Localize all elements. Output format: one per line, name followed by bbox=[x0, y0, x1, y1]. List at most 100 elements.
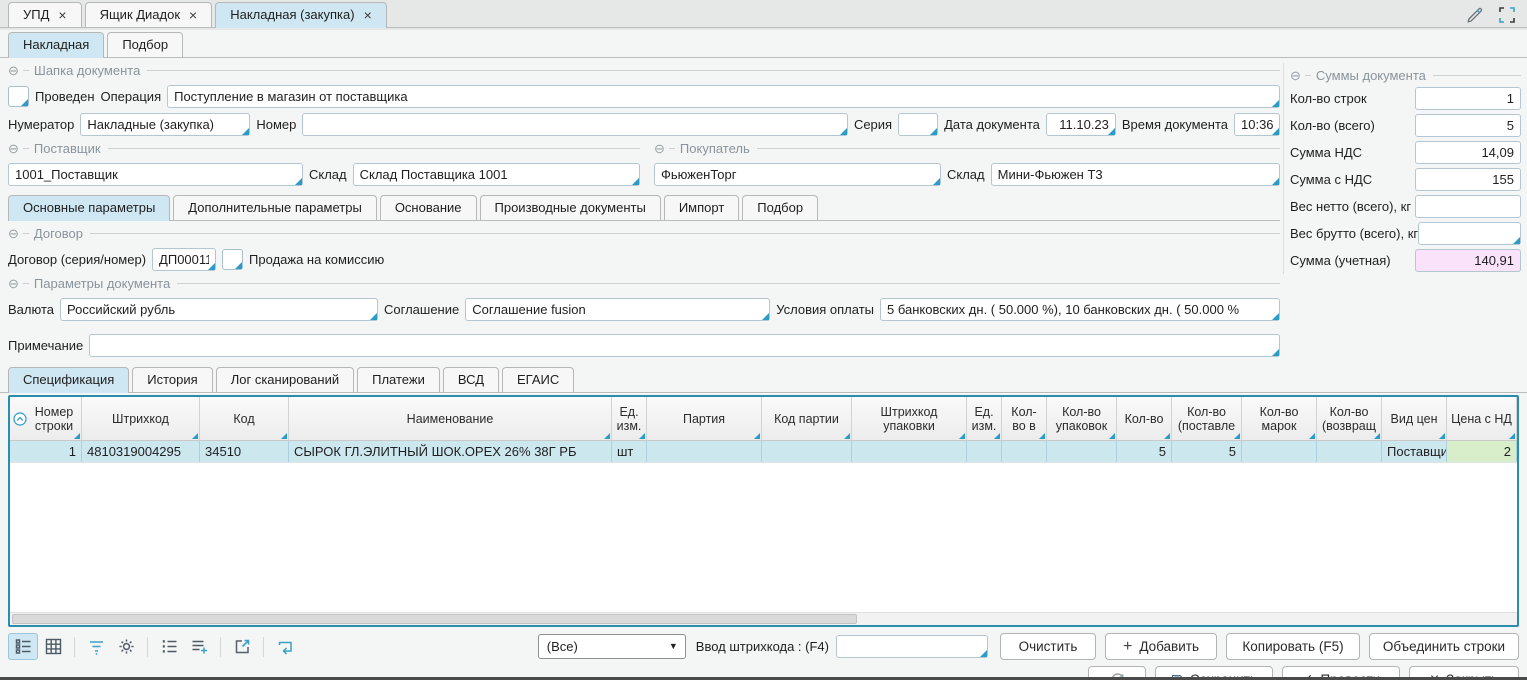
window-tab-upd[interactable]: УПД × bbox=[8, 2, 82, 28]
cell-qty-returned[interactable] bbox=[1317, 441, 1382, 462]
tab-additional-params[interactable]: Дополнительные параметры bbox=[173, 195, 377, 221]
cell-price-type[interactable]: Поставщика bbox=[1382, 441, 1447, 462]
total-vat-value[interactable] bbox=[1415, 141, 1521, 164]
cell-qty-delivered[interactable]: 5 bbox=[1172, 441, 1242, 462]
repeat-reload-icon[interactable] bbox=[270, 633, 300, 660]
tab-podbor-params[interactable]: Подбор bbox=[742, 195, 818, 221]
sort-order-icon[interactable] bbox=[13, 412, 27, 426]
scrollbar-thumb[interactable] bbox=[12, 614, 857, 624]
column-header-marks-qty[interactable]: Кол-во марок bbox=[1242, 397, 1317, 440]
tab-specification[interactable]: Спецификация bbox=[8, 367, 129, 393]
close-icon[interactable]: × bbox=[189, 8, 197, 22]
column-header-line-number[interactable]: Номер строки bbox=[10, 397, 82, 440]
fullscreen-icon[interactable] bbox=[1497, 5, 1517, 25]
commission-checkbox[interactable] bbox=[222, 249, 243, 270]
buyer-warehouse-input[interactable] bbox=[991, 163, 1280, 186]
column-header-price-with-vat[interactable]: Цена с НД bbox=[1447, 397, 1517, 440]
tab-podbor[interactable]: Подбор bbox=[107, 32, 183, 58]
column-header-qty-in[interactable]: Кол-во в bbox=[1002, 397, 1047, 440]
cell-batch[interactable] bbox=[647, 441, 762, 462]
cell-pack-qty[interactable] bbox=[1047, 441, 1117, 462]
column-header-qty[interactable]: Кол-во bbox=[1117, 397, 1172, 440]
doc-date-input[interactable] bbox=[1046, 113, 1116, 136]
cell-code[interactable]: 34510 bbox=[200, 441, 289, 462]
tab-vsd[interactable]: ВСД bbox=[443, 367, 499, 393]
edit-pencil-icon[interactable] bbox=[1465, 5, 1485, 25]
filter-icon[interactable] bbox=[81, 633, 111, 660]
tab-derived-docs[interactable]: Производные документы bbox=[480, 195, 661, 221]
cell-qty-in[interactable] bbox=[1002, 441, 1047, 462]
tab-scan-log[interactable]: Лог сканирований bbox=[216, 367, 354, 393]
column-header-batch[interactable]: Партия bbox=[647, 397, 762, 440]
window-tab-diadok[interactable]: Ящик Диадок × bbox=[85, 2, 213, 28]
collapse-icon[interactable]: ⊖ bbox=[8, 141, 19, 157]
numerator-input[interactable] bbox=[80, 113, 250, 136]
settings-gear-icon[interactable] bbox=[111, 633, 141, 660]
collapse-icon[interactable]: ⊖ bbox=[8, 63, 19, 79]
number-input[interactable] bbox=[302, 113, 848, 136]
cell-marks-qty[interactable] bbox=[1242, 441, 1317, 462]
column-header-code[interactable]: Код bbox=[200, 397, 289, 440]
column-header-pack-qty[interactable]: Кол-во упаковок bbox=[1047, 397, 1117, 440]
collapse-icon[interactable]: ⊖ bbox=[8, 276, 19, 292]
cell-barcode[interactable]: 4810319004295 bbox=[82, 441, 200, 462]
column-header-qty-delivered[interactable]: Кол-во (поставле bbox=[1172, 397, 1242, 440]
operation-input[interactable] bbox=[167, 85, 1280, 108]
total-lines-value[interactable] bbox=[1415, 87, 1521, 110]
cell-line-number[interactable]: 1 bbox=[10, 441, 82, 462]
tab-history[interactable]: История bbox=[132, 367, 212, 393]
copy-row-button[interactable]: Копировать (F5) bbox=[1226, 633, 1360, 660]
payment-terms-input[interactable] bbox=[880, 298, 1280, 321]
supplier-input[interactable] bbox=[8, 163, 303, 186]
column-header-pack-unit[interactable]: Ед. изм. bbox=[967, 397, 1002, 440]
series-input[interactable] bbox=[898, 113, 938, 136]
collapse-icon[interactable]: ⊖ bbox=[8, 226, 19, 242]
window-tab-nakladnaya-zakupka[interactable]: Накладная (закупка) × bbox=[215, 2, 387, 28]
close-icon[interactable]: × bbox=[58, 8, 66, 22]
grid-view-icon[interactable] bbox=[38, 633, 68, 660]
supplier-warehouse-input[interactable] bbox=[353, 163, 640, 186]
column-header-price-type[interactable]: Вид цен bbox=[1382, 397, 1447, 440]
column-header-barcode[interactable]: Штрихкод bbox=[82, 397, 200, 440]
column-header-unit[interactable]: Ед. изм. bbox=[612, 397, 647, 440]
barcode-input[interactable] bbox=[836, 635, 988, 658]
list-view-icon[interactable] bbox=[8, 633, 38, 660]
numbered-list-icon[interactable] bbox=[154, 633, 184, 660]
column-header-pack-barcode[interactable]: Штрихкод упаковки bbox=[852, 397, 967, 440]
collapse-icon[interactable]: ⊖ bbox=[654, 141, 665, 157]
cell-batch-code[interactable] bbox=[762, 441, 852, 462]
export-external-link-icon[interactable] bbox=[227, 633, 257, 660]
gross-weight-value[interactable] bbox=[1418, 222, 1521, 245]
merge-rows-button[interactable]: Объединить строки bbox=[1369, 633, 1519, 660]
posted-checkbox[interactable] bbox=[8, 86, 29, 107]
tab-egais[interactable]: ЕГАИС bbox=[502, 367, 574, 393]
contract-input[interactable] bbox=[152, 248, 216, 271]
cell-pack-barcode[interactable] bbox=[852, 441, 967, 462]
tab-basis[interactable]: Основание bbox=[380, 195, 477, 221]
tab-main-params[interactable]: Основные параметры bbox=[8, 195, 170, 221]
add-row-button[interactable]: + Добавить bbox=[1105, 633, 1217, 660]
cell-pack-unit[interactable] bbox=[967, 441, 1002, 462]
close-icon[interactable]: × bbox=[364, 8, 372, 22]
column-header-name[interactable]: Наименование bbox=[289, 397, 612, 440]
doc-time-input[interactable] bbox=[1234, 113, 1280, 136]
collapse-icon[interactable]: ⊖ bbox=[1290, 68, 1301, 84]
table-horizontal-scrollbar[interactable] bbox=[10, 612, 1517, 625]
accounting-sum-value[interactable] bbox=[1415, 249, 1521, 272]
buyer-input[interactable] bbox=[654, 163, 941, 186]
total-qty-value[interactable] bbox=[1415, 114, 1521, 137]
tab-import[interactable]: Импорт bbox=[664, 195, 739, 221]
column-header-batch-code[interactable]: Код партии bbox=[762, 397, 852, 440]
cell-unit[interactable]: шт bbox=[612, 441, 647, 462]
clear-button[interactable]: Очистить bbox=[1000, 633, 1096, 660]
agreement-input[interactable] bbox=[465, 298, 770, 321]
cell-price-with-vat[interactable]: 2 bbox=[1447, 441, 1517, 462]
tab-nakladnaya[interactable]: Накладная bbox=[8, 32, 104, 58]
cell-qty[interactable]: 5 bbox=[1117, 441, 1172, 462]
cell-name[interactable]: СЫРОК ГЛ.ЭЛИТНЫЙ ШОК.ОРЕХ 26% 38Г РБ bbox=[289, 441, 612, 462]
tab-payments[interactable]: Платежи bbox=[357, 367, 440, 393]
add-list-row-icon[interactable] bbox=[184, 633, 214, 660]
currency-input[interactable] bbox=[60, 298, 378, 321]
filter-select[interactable]: (Все) ▼ bbox=[538, 634, 686, 659]
net-weight-value[interactable] bbox=[1415, 195, 1521, 218]
